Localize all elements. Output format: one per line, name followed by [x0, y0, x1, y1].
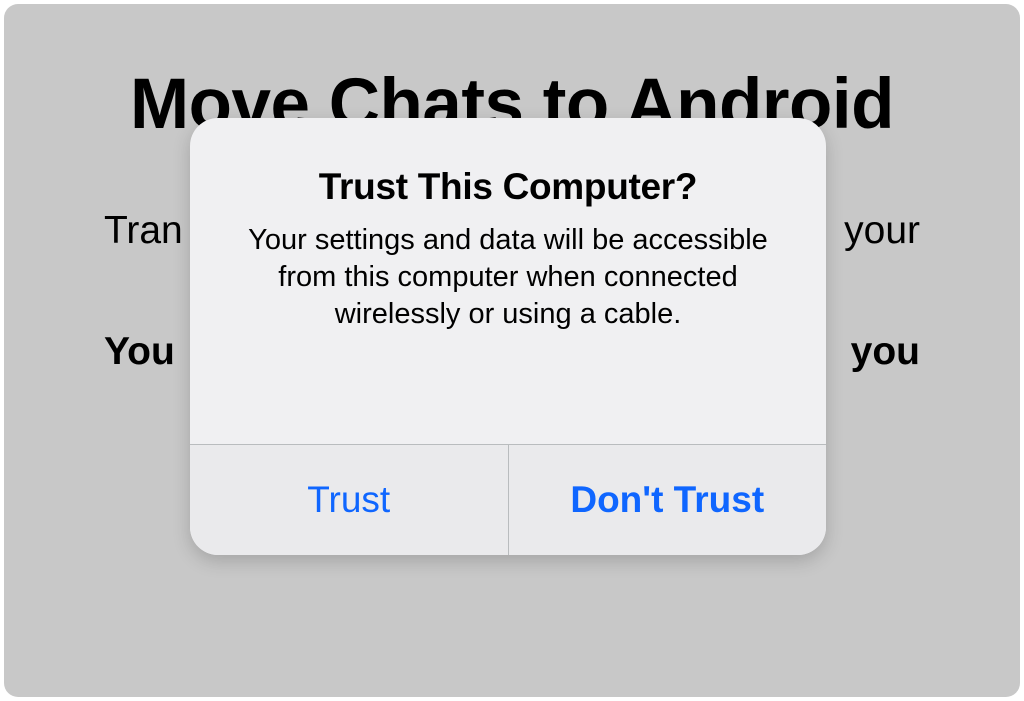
dialog-message: Your settings and data will be accessibl… [248, 222, 768, 333]
background-line-2-right: you [851, 330, 920, 374]
screen-frame: Move Chats to Android Tran your You you … [4, 4, 1020, 697]
trust-button[interactable]: Trust [190, 445, 508, 555]
dont-trust-button[interactable]: Don't Trust [509, 445, 827, 555]
background-line-2-left: You [104, 330, 175, 374]
dialog-title: Trust This Computer? [319, 166, 697, 208]
dialog-button-row: Trust Don't Trust [190, 444, 826, 555]
background-line-1-left: Tran [104, 209, 183, 253]
trust-computer-dialog: Trust This Computer? Your settings and d… [190, 118, 826, 555]
dialog-body: Trust This Computer? Your settings and d… [190, 118, 826, 444]
background-line-1-right: your [844, 209, 920, 253]
